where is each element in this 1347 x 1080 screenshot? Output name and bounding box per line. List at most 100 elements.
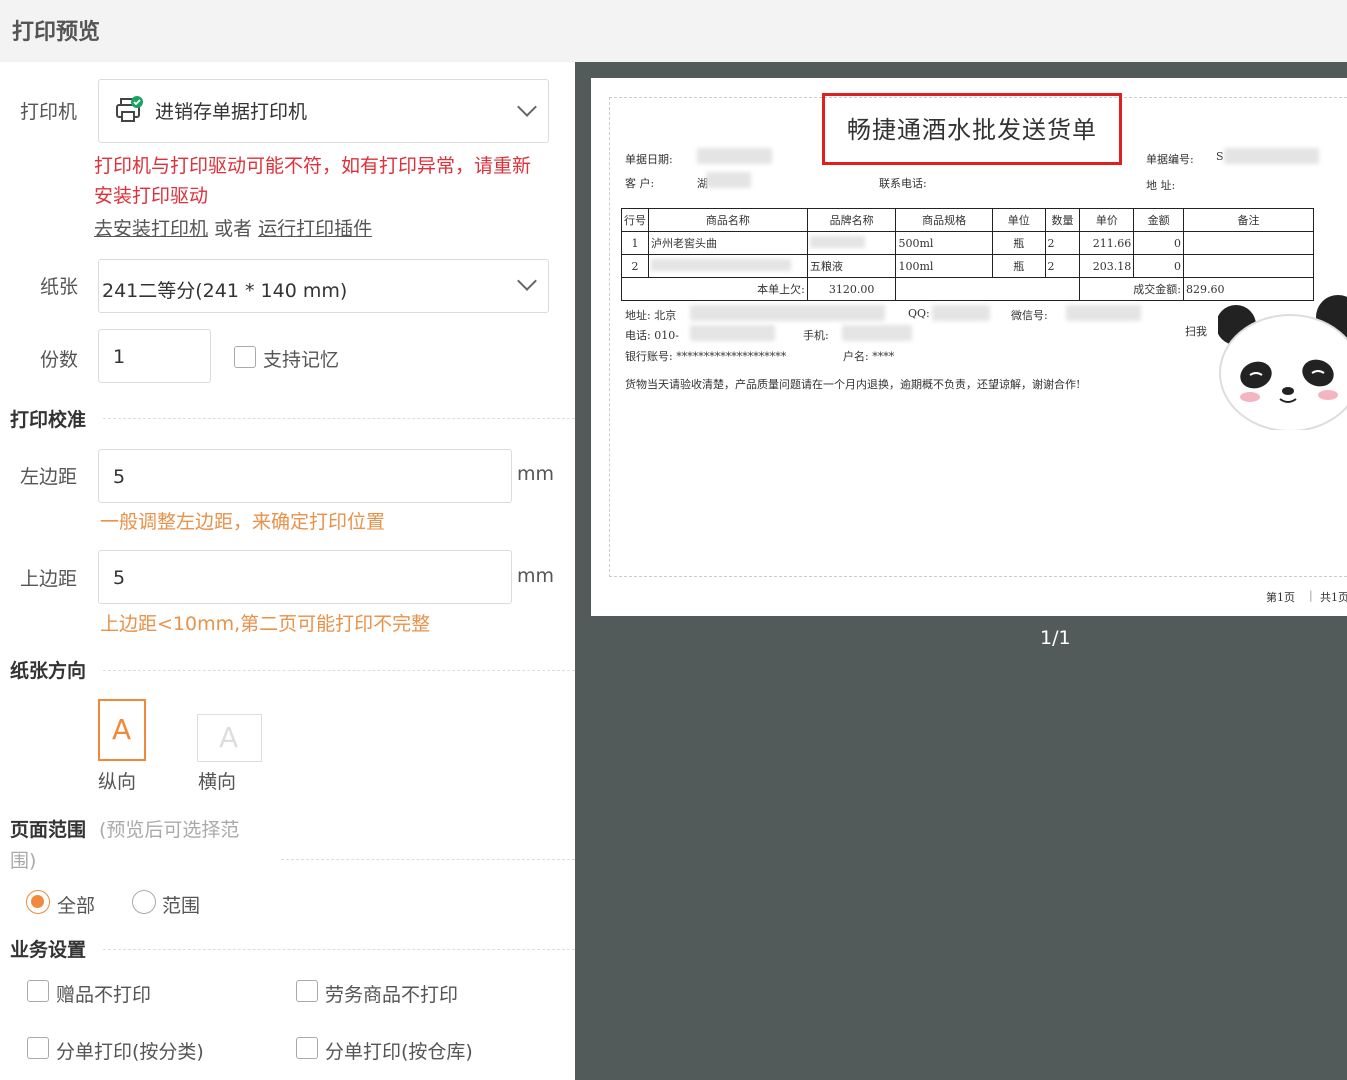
footer-wechat: 微信号: xyxy=(1011,309,1048,322)
blurred-address xyxy=(690,305,885,321)
top-margin-unit: mm xyxy=(517,565,555,587)
blurred-phone xyxy=(690,325,775,341)
table-header: 单价 xyxy=(1079,208,1135,232)
top-margin-value: 5 xyxy=(113,567,126,589)
chevron-down-icon xyxy=(517,271,537,291)
calibration-title: 打印校准 xyxy=(10,409,87,431)
blurred-wechat xyxy=(1066,305,1141,321)
date-label: 单据日期: xyxy=(625,153,673,166)
copies-label: 份数 xyxy=(40,349,79,371)
table-cell: 2 xyxy=(1044,254,1081,278)
top-margin-label: 上边距 xyxy=(20,568,78,590)
table-cell-blurred xyxy=(648,254,808,278)
table-header: 数量 xyxy=(1044,208,1081,232)
table-cell: 五粮液 xyxy=(806,254,897,278)
table-summary-row: 本单上欠: 3120.00 成交金额: 829.60 xyxy=(621,277,1314,301)
left-margin-unit: mm xyxy=(517,463,555,485)
table-cell: 瓶 xyxy=(991,231,1046,255)
table-header: 商品名称 xyxy=(648,208,808,232)
run-plugin-link[interactable]: 运行打印插件 xyxy=(258,218,372,240)
business-title: 业务设置 xyxy=(10,939,87,961)
footer-notice: 货物当天请验收清楚，产品质量问题请在一个月内退换，逾期概不负责，还望谅解，谢谢合… xyxy=(625,378,1081,391)
divider xyxy=(103,418,575,419)
gift-no-print-label: 赠品不打印 xyxy=(56,984,152,1006)
address-label: 地 址: xyxy=(1146,179,1176,192)
table-header: 商品规格 xyxy=(895,208,993,232)
remember-checkbox[interactable] xyxy=(234,346,256,368)
table-cell xyxy=(895,277,1081,301)
balance-value: 3120.00 xyxy=(806,277,897,301)
balance-label: 本单上欠: xyxy=(621,277,808,301)
service-no-print-checkbox[interactable] xyxy=(296,980,318,1002)
table-cell: 瓶 xyxy=(991,254,1046,278)
table-cell xyxy=(1183,254,1314,278)
printer-icon xyxy=(115,96,143,124)
top-margin-input[interactable]: 5 xyxy=(98,550,512,604)
split-by-warehouse-checkbox[interactable] xyxy=(296,1037,318,1059)
landscape-label: 横向 xyxy=(198,771,237,793)
left-margin-value: 5 xyxy=(113,466,126,488)
table-cell: 1 xyxy=(621,231,649,255)
footer-qq: QQ: xyxy=(908,307,930,320)
table-header: 备注 xyxy=(1183,208,1314,232)
split-by-warehouse-label: 分单打印(按仓库) xyxy=(325,1041,473,1063)
table-cell: 500ml xyxy=(895,231,993,255)
footer-address: 地址: 北京 xyxy=(625,309,677,322)
service-no-print-label: 劳务商品不打印 xyxy=(325,984,459,1006)
table-cell: 2 xyxy=(621,254,649,278)
all-pages-radio[interactable] xyxy=(26,890,50,914)
printer-links: 去安装打印机 或者 运行打印插件 xyxy=(94,214,372,241)
divider xyxy=(103,670,575,671)
blurred-number xyxy=(1224,148,1319,164)
blurred-date xyxy=(697,148,772,164)
table-header-row: 行号 商品名称 品牌名称 商品规格 单位 数量 单价 金额 备注 xyxy=(621,208,1314,232)
paper-selected: 241二等分(241 * 140 mm) xyxy=(102,280,348,302)
or-text: 或者 xyxy=(214,218,253,240)
table-row: 1 泸州老窖头曲 500ml 瓶 2 211.66 0 xyxy=(621,231,1314,255)
split-by-category-checkbox[interactable] xyxy=(27,1037,49,1059)
portrait-label: 纵向 xyxy=(98,771,137,793)
printer-label: 打印机 xyxy=(20,101,78,123)
invoice-table: 行号 商品名称 品牌名称 商品规格 单位 数量 单价 金额 备注 1 泸州老窖头… xyxy=(621,208,1314,301)
copies-input[interactable]: 1 xyxy=(98,329,211,383)
title-bar: 打印预览 xyxy=(0,0,1347,62)
table-cell: 2 xyxy=(1044,231,1081,255)
remember-label: 支持记忆 xyxy=(263,349,340,371)
table-cell: 0 xyxy=(1133,254,1185,278)
paper-select[interactable]: 241二等分(241 * 140 mm) xyxy=(98,259,549,313)
table-cell: 100ml xyxy=(895,254,993,278)
range-radio[interactable] xyxy=(132,890,156,914)
page-range-hint-2: 围) xyxy=(10,850,37,872)
portrait-option[interactable]: A xyxy=(98,699,146,761)
table-cell: 203.18 xyxy=(1079,254,1135,278)
footer-bank: 银行账号: ******************** xyxy=(625,350,787,363)
all-pages-label: 全部 xyxy=(57,895,96,917)
table-row: 2 五粮液 100ml 瓶 2 203.18 0 xyxy=(621,254,1314,278)
panda-sticker-icon xyxy=(1216,295,1347,432)
copies-value: 1 xyxy=(113,346,126,368)
table-cell: 211.66 xyxy=(1079,231,1135,255)
deal-label: 成交金额: xyxy=(1079,277,1185,301)
footer-scan: 扫我 xyxy=(1185,325,1207,338)
divider xyxy=(281,859,575,860)
page-counter: 1/1 xyxy=(1040,627,1071,649)
page-range-title: 页面范围 xyxy=(10,819,87,841)
footer-phone: 电话: 010- xyxy=(625,329,679,342)
printer-select[interactable]: 进销存单据打印机 xyxy=(98,79,549,143)
landscape-option[interactable]: A xyxy=(197,714,262,762)
page-number: 第1页 xyxy=(1266,591,1295,604)
install-printer-link[interactable]: 去安装打印机 xyxy=(94,218,208,240)
table-header: 单位 xyxy=(991,208,1046,232)
chevron-down-icon xyxy=(517,97,537,117)
gift-no-print-checkbox[interactable] xyxy=(27,980,49,1002)
blurred-customer xyxy=(706,172,751,188)
table-cell: 0 xyxy=(1133,231,1185,255)
table-cell xyxy=(1183,231,1314,255)
number-prefix: S xyxy=(1216,150,1224,163)
top-margin-hint: 上边距<10mm,第二页可能打印不完整 xyxy=(100,613,431,635)
table-header: 金额 xyxy=(1133,208,1185,232)
left-margin-label: 左边距 xyxy=(20,466,78,488)
range-label: 范围 xyxy=(162,895,201,917)
left-margin-input[interactable]: 5 xyxy=(98,449,512,503)
window-title: 打印预览 xyxy=(12,20,101,45)
